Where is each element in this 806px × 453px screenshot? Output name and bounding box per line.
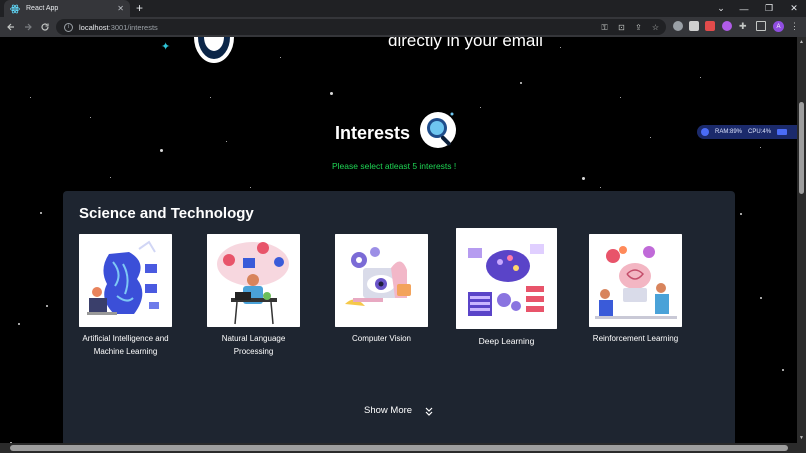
- category-panel: Science and Technology Artificial Intell…: [63, 191, 735, 443]
- star: [30, 97, 31, 98]
- interest-card-computer-vision[interactable]: Computer Vision: [319, 234, 444, 346]
- card-label: Reinforcement Learning: [592, 334, 679, 343]
- restore-button[interactable]: ❐: [756, 0, 782, 17]
- magnifier-icon: [420, 112, 456, 148]
- extension-icon-2[interactable]: [689, 21, 699, 31]
- key-icon[interactable]: ⚿: [600, 23, 609, 32]
- ram-usage: RAM:89%: [715, 129, 743, 135]
- card-label: Deep Learning: [478, 336, 535, 346]
- sparkle-icon: ✦: [161, 41, 171, 53]
- browser-toolbar: i localhost:3001/interests ⚿ ⊡ ⇪ ☆ ✚ A ⋮: [0, 17, 806, 37]
- install-app-icon[interactable]: ⊡: [617, 23, 626, 32]
- horizontal-scroll-thumb[interactable]: [10, 445, 788, 451]
- ai-brain-illustration-icon: [79, 234, 172, 327]
- star: [40, 212, 42, 214]
- extension-icon-3[interactable]: [705, 21, 715, 31]
- vertical-scrollbar[interactable]: ▲ ▼: [797, 37, 806, 443]
- interest-card-ai-ml[interactable]: Artificial Intelligence and Machine Learn…: [63, 234, 188, 358]
- star: [560, 47, 561, 48]
- card-label: Computer Vision: [352, 334, 411, 343]
- hero-tagline: directly in your email: [388, 37, 543, 50]
- new-tab-button[interactable]: +: [136, 2, 143, 14]
- computer-vision-illustration-icon: [335, 234, 428, 327]
- show-more-button[interactable]: Show More: [364, 405, 412, 416]
- double-chevron-down-icon[interactable]: [424, 406, 434, 418]
- system-monitor-widget[interactable]: RAM:89% CPU:4%: [697, 125, 797, 139]
- nlp-illustration-icon: [207, 234, 300, 327]
- card-label: Natural Language Processing: [221, 334, 286, 356]
- star: [582, 177, 585, 180]
- scroll-down-icon[interactable]: ▼: [799, 435, 804, 441]
- extension-icon-1[interactable]: [673, 21, 683, 31]
- camera-icon: [777, 129, 788, 135]
- browser-tab-bar: React App ✕ + ⌄ — ❐ ✕: [0, 0, 806, 17]
- extension-icon-4[interactable]: [722, 21, 732, 31]
- scroll-up-icon[interactable]: ▲: [799, 39, 804, 45]
- tab-close-icon[interactable]: ✕: [117, 4, 124, 13]
- profile-avatar[interactable]: A: [773, 21, 784, 32]
- page-viewport: ✦ directly in your email Interests Pleas…: [0, 37, 797, 443]
- star: [330, 92, 333, 95]
- forward-arrow-icon[interactable]: [21, 20, 35, 34]
- interest-card-nlp[interactable]: Natural Language Processing: [191, 234, 316, 358]
- side-panel-icon[interactable]: [756, 21, 766, 31]
- extensions-puzzle-icon[interactable]: ✚: [739, 21, 749, 31]
- url-path: :3001/interests: [108, 22, 158, 32]
- browser-tab[interactable]: React App ✕: [4, 0, 130, 17]
- star: [110, 177, 111, 178]
- reinforcement-learning-illustration-icon: [589, 234, 682, 327]
- share-icon[interactable]: ⇪: [634, 23, 643, 32]
- star: [600, 187, 601, 188]
- star: [90, 117, 91, 118]
- category-title: Science and Technology: [79, 205, 254, 222]
- star: [160, 149, 163, 152]
- close-window-button[interactable]: ✕: [781, 0, 806, 17]
- bookmark-star-icon[interactable]: ☆: [651, 23, 660, 32]
- horizontal-scrollbar[interactable]: [0, 443, 806, 453]
- star: [620, 97, 621, 98]
- url-host: localhost: [79, 22, 109, 32]
- star: [520, 82, 522, 84]
- back-arrow-icon[interactable]: [4, 20, 18, 34]
- menu-kebab-icon[interactable]: ⋮: [790, 21, 800, 31]
- star: [480, 107, 481, 108]
- star: [280, 57, 281, 58]
- cpu-usage: CPU:4%: [748, 129, 772, 135]
- tab-title: React App: [26, 5, 59, 12]
- selection-hint: Please select atleast 5 interests !: [332, 161, 457, 171]
- star: [46, 305, 48, 307]
- star: [250, 187, 251, 188]
- star: [18, 323, 20, 325]
- react-icon: [10, 4, 20, 14]
- interest-card-deep-learning[interactable]: Deep Learning: [456, 228, 557, 348]
- address-bar[interactable]: i localhost:3001/interests ⚿ ⊡ ⇪ ☆: [56, 19, 666, 35]
- page-title: Interests: [335, 123, 411, 143]
- star: [740, 213, 742, 215]
- star: [700, 77, 701, 78]
- deep-learning-illustration-icon: [456, 228, 557, 329]
- interest-card-reinforcement-learning[interactable]: Reinforcement Learning: [573, 234, 698, 346]
- reload-icon[interactable]: [38, 20, 52, 34]
- star: [210, 97, 211, 98]
- mic-icon: [701, 128, 709, 136]
- star: [782, 369, 784, 371]
- star: [650, 137, 651, 138]
- star: [760, 147, 761, 148]
- card-label: Artificial Intelligence and Machine Learn…: [82, 334, 169, 356]
- star: [760, 297, 762, 299]
- star: [226, 141, 227, 142]
- vertical-scroll-thumb[interactable]: [799, 102, 804, 194]
- hero-illustration: [194, 37, 234, 63]
- site-info-icon[interactable]: i: [64, 22, 73, 32]
- minimize-button[interactable]: —: [731, 0, 757, 17]
